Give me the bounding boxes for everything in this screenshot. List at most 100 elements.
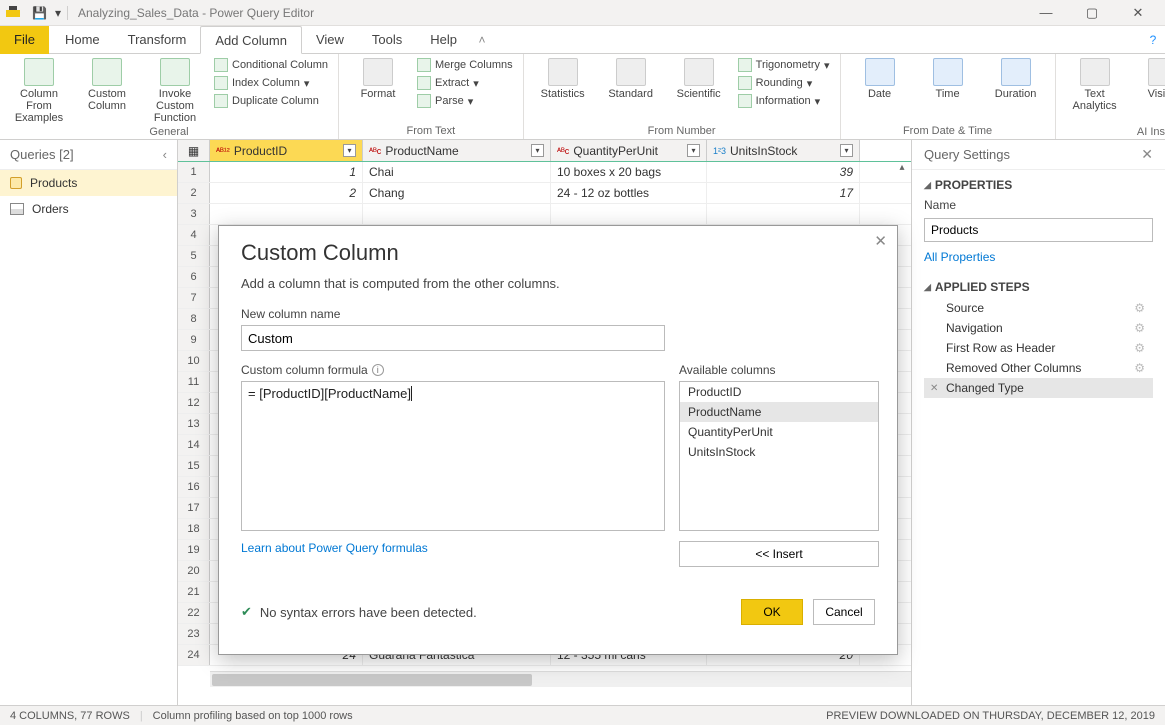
help-icon[interactable]: ? [1141,33,1165,47]
format-button[interactable]: Format [349,58,407,100]
new-column-name-input[interactable] [241,325,665,351]
column-filter-icon[interactable]: ▾ [840,144,853,157]
ok-button[interactable]: OK [741,599,803,625]
queries-header: Queries [2] [10,147,74,162]
column-header[interactable]: ᴬᴮ¹²ProductID▾ [210,140,363,161]
tab-tools[interactable]: Tools [358,26,416,54]
table-icon [10,203,24,215]
query-settings-pane: Query Settings✕ ◢PROPERTIES Name All Pro… [911,140,1165,705]
table-row[interactable]: 22Chang24 - 12 oz bottles17 [178,183,911,204]
table-row[interactable]: 11Chai10 boxes x 20 bags39 [178,162,911,183]
conditional-column-button[interactable]: Conditional Column [214,58,328,72]
time-button[interactable]: Time [919,58,977,100]
date-button[interactable]: Date [851,58,909,100]
information-button[interactable]: Information ▾ [738,94,830,108]
group-label-number: From Number [534,123,830,137]
maximize-button[interactable]: ▢ [1069,5,1115,21]
learn-link[interactable]: Learn about Power Query formulas [241,541,428,555]
column-from-examples-button[interactable]: Column From Examples [10,58,68,124]
ribbon-collapse-icon[interactable]: ˄ [471,33,493,47]
column-filter-icon[interactable]: ▾ [531,144,544,157]
save-icon[interactable]: 💾 [32,6,47,20]
duration-button[interactable]: Duration [987,58,1045,100]
merge-columns-button[interactable]: Merge Columns [417,58,513,72]
applied-step[interactable]: Changed Type [924,378,1153,398]
available-column-item[interactable]: QuantityPerUnit [680,422,878,442]
standard-button[interactable]: Standard [602,58,660,100]
queries-pane: Queries [2] ‹ ProductsOrders [0,140,178,705]
available-columns-list[interactable]: ProductIDProductNameQuantityPerUnitUnits… [679,381,879,531]
available-columns-label: Available columns [679,363,879,377]
formula-input[interactable]: = [ProductID][ProductName] [241,381,665,531]
gear-icon[interactable]: ⚙ [1134,321,1145,335]
status-columns-rows: 4 COLUMNS, 77 ROWS [10,710,130,722]
available-column-item[interactable]: UnitsInStock [680,442,878,462]
column-header[interactable]: 1²3UnitsInStock▾ [707,140,860,161]
properties-heading: PROPERTIES [935,178,1012,192]
query-name-input[interactable] [924,218,1153,242]
title-bar: 💾 ▾ Analyzing_Sales_Data - Power Query E… [0,0,1165,26]
warning-icon [10,177,22,189]
grid-corner[interactable]: ▦ [178,140,210,161]
applied-step[interactable]: Source⚙ [924,298,1153,318]
tab-file[interactable]: File [0,26,49,54]
vision-button[interactable]: Vision [1134,58,1165,100]
applied-step[interactable]: Removed Other Columns⚙ [924,358,1153,378]
available-column-item[interactable]: ProductName [680,402,878,422]
column-filter-icon[interactable]: ▾ [687,144,700,157]
status-text: No syntax errors have been detected. [260,605,477,620]
statistics-button[interactable]: Statistics [534,58,592,100]
group-label-ai: AI Insights [1066,124,1165,138]
settings-header: Query Settings [924,147,1010,162]
text-analytics-button[interactable]: Text Analytics [1066,58,1124,112]
duplicate-column-button[interactable]: Duplicate Column [214,94,328,108]
gear-icon[interactable]: ⚙ [1134,341,1145,355]
cancel-button[interactable]: Cancel [813,599,875,625]
close-button[interactable]: ✕ [1115,5,1161,21]
insert-button[interactable]: << Insert [679,541,879,567]
close-settings-icon[interactable]: ✕ [1141,146,1153,163]
status-bar: 4 COLUMNS, 77 ROWS | Column profiling ba… [0,705,1165,725]
tab-home[interactable]: Home [51,26,114,54]
check-icon: ✔ [241,604,252,620]
tab-transform[interactable]: Transform [114,26,201,54]
column-header[interactable]: ᴬᴮcQuantityPerUnit▾ [551,140,707,161]
group-label-datetime: From Date & Time [851,123,1045,137]
tab-view[interactable]: View [302,26,358,54]
tab-add-column[interactable]: Add Column [200,26,302,54]
app-logo [6,6,20,20]
extract-button[interactable]: Extract ▾ [417,76,513,90]
info-icon[interactable]: i [372,364,384,376]
query-item[interactable]: Products [0,170,177,196]
parse-button[interactable]: Parse ▾ [417,94,513,108]
applied-step[interactable]: First Row as Header⚙ [924,338,1153,358]
trigonometry-button[interactable]: Trigonometry ▾ [738,58,830,72]
table-row[interactable]: 3 [178,204,911,225]
query-item[interactable]: Orders [0,196,177,222]
rounding-button[interactable]: Rounding ▾ [738,76,830,90]
all-properties-link[interactable]: All Properties [924,250,1153,264]
custom-column-dialog: ✕ Custom Column Add a column that is com… [218,225,898,655]
qat-dropdown-icon[interactable]: ▾ [55,6,61,20]
minimize-button[interactable]: — [1023,5,1069,21]
invoke-custom-function-button[interactable]: Invoke Custom Function [146,58,204,124]
gear-icon[interactable]: ⚙ [1134,361,1145,375]
dialog-close-icon[interactable]: ✕ [874,232,887,250]
scientific-button[interactable]: Scientific [670,58,728,100]
ribbon-tabs: File Home Transform Add Column View Tool… [0,26,1165,54]
horizontal-scrollbar[interactable] [210,671,911,687]
column-filter-icon[interactable]: ▾ [343,144,356,157]
custom-column-button[interactable]: Custom Column [78,58,136,112]
dialog-title: Custom Column [241,240,875,266]
collapse-queries-icon[interactable]: ‹ [163,147,167,162]
applied-steps-heading: APPLIED STEPS [935,280,1030,294]
index-column-button[interactable]: Index Column ▾ [214,76,328,90]
new-column-name-label: New column name [241,307,875,321]
applied-step[interactable]: Navigation⚙ [924,318,1153,338]
column-header[interactable]: ᴬᴮcProductName▾ [363,140,551,161]
ribbon: Column From Examples Custom Column Invok… [0,54,1165,140]
tab-help[interactable]: Help [416,26,471,54]
gear-icon[interactable]: ⚙ [1134,301,1145,315]
available-column-item[interactable]: ProductID [680,382,878,402]
formula-label: Custom column formula [241,363,368,377]
